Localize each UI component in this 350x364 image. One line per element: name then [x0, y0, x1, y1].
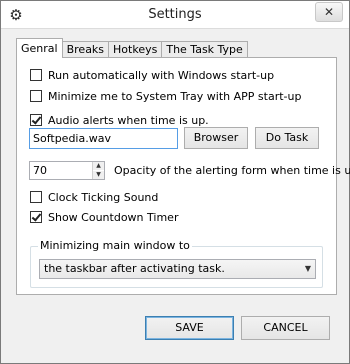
run-startup-label: Run automatically with Windows start-up [48, 68, 275, 82]
save-button[interactable]: SAVE [145, 316, 234, 340]
clock-ticking-checkbox[interactable] [30, 191, 42, 203]
countdown-timer-label: Show Countdown Timer [48, 210, 179, 224]
audio-alerts-checkbox[interactable] [30, 114, 42, 126]
audio-alerts-label: Audio alerts when time is up. [48, 113, 209, 127]
opacity-value: 70 [33, 164, 47, 177]
spin-up-icon[interactable]: ▲ [93, 162, 104, 170]
tab-strip: Genral Breaks Hotkeys The Task Type [16, 38, 248, 58]
opacity-stepper[interactable]: 70 ▲ ▼ [29, 161, 105, 180]
close-icon: ✕ [323, 5, 335, 19]
run-startup-checkbox[interactable] [30, 69, 42, 81]
minimize-group: Minimizing main window to the taskbar af… [30, 239, 323, 288]
general-tab-panel: Run automatically with Windows start-up … [16, 57, 350, 295]
run-startup-option[interactable]: Run automatically with Windows start-up [30, 67, 274, 83]
audio-alerts-option[interactable]: Audio alerts when time is up. [30, 112, 209, 128]
minimize-group-legend: Minimizing main window to [38, 239, 192, 253]
title-bar[interactable]: ⚙ Settings ✕ [1, 1, 349, 29]
opacity-label: Opacity of the alerting form when time i… [114, 164, 350, 177]
window-title: Settings [148, 7, 202, 22]
countdown-timer-option[interactable]: Show Countdown Timer [30, 209, 178, 225]
chevron-down-icon: ▼ [304, 264, 311, 273]
minimize-tray-label: Minimize me to System Tray with APP star… [48, 89, 302, 103]
settings-window: ⚙ Settings ✕ Genral Breaks Hotkeys The T… [0, 0, 350, 364]
minimize-tray-option[interactable]: Minimize me to System Tray with APP star… [30, 88, 301, 104]
sound-file-input[interactable]: Softpedia.wav [29, 128, 178, 149]
spin-down-icon[interactable]: ▼ [93, 171, 104, 179]
minimize-target-value: the taskbar after activating task. [44, 262, 225, 275]
minimize-target-select[interactable]: the taskbar after activating task. ▼ [39, 259, 316, 279]
tab-breaks[interactable]: Breaks [61, 41, 110, 58]
clock-ticking-label: Clock Ticking Sound [48, 190, 159, 204]
opacity-spin-buttons: ▲ ▼ [92, 162, 104, 179]
close-button[interactable]: ✕ [315, 2, 343, 22]
countdown-timer-checkbox[interactable] [30, 211, 42, 223]
browser-button[interactable]: Browser [184, 127, 248, 149]
clock-ticking-option[interactable]: Clock Ticking Sound [30, 189, 158, 205]
tab-task-type[interactable]: The Task Type [161, 41, 248, 58]
tab-general[interactable]: Genral [16, 38, 63, 58]
do-task-button[interactable]: Do Task [255, 127, 319, 149]
cancel-button[interactable]: CANCEL [241, 316, 330, 340]
minimize-tray-checkbox[interactable] [30, 90, 42, 102]
tab-hotkeys[interactable]: Hotkeys [108, 41, 163, 58]
